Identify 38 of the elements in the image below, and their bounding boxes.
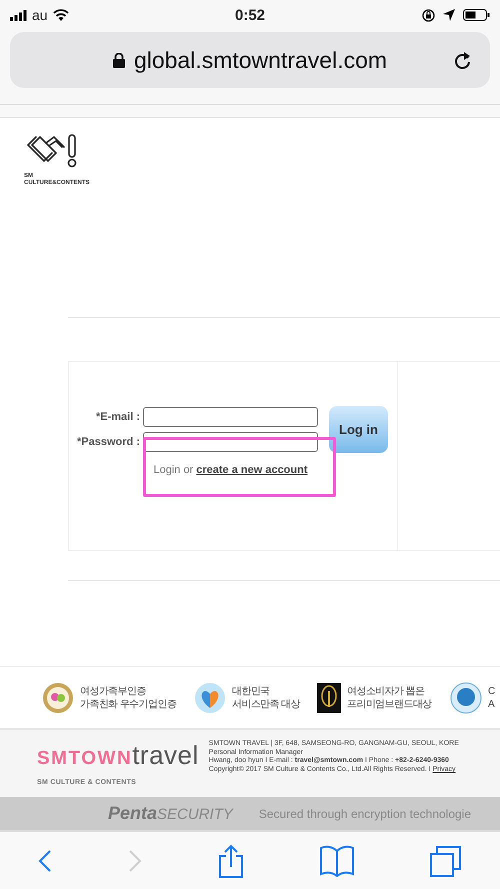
location-icon (443, 9, 455, 21)
url-text: global.smtowntravel.com (134, 46, 388, 74)
badge-text: 여성가족부인증 (80, 684, 147, 698)
lock-icon (112, 52, 125, 68)
badge-text: C (488, 684, 495, 698)
input-field[interactable] (143, 407, 318, 427)
signal-icon (10, 10, 27, 20)
rotation-lock-icon (422, 8, 435, 22)
badge-text: 프리미엄브랜드대상 (347, 698, 432, 710)
brand-logo-text: SMTOWN (37, 748, 132, 770)
wifi-icon (52, 9, 69, 21)
status-time: 0:52 (234, 6, 266, 24)
emblem-icon (317, 682, 341, 712)
logo-drawing (26, 134, 76, 168)
share-button[interactable] (218, 844, 244, 878)
badge-text: A (488, 698, 495, 710)
tabs-button[interactable] (430, 844, 462, 876)
prompt-text: Login or (153, 464, 194, 476)
badge-text: 대한민국 (232, 684, 271, 698)
security-logo-text: Penta (108, 803, 158, 823)
book-button[interactable] (320, 844, 354, 876)
back-button[interactable] (38, 848, 52, 872)
brand-logo-text: travel (132, 740, 199, 771)
login-button[interactable]: Log in (329, 406, 388, 453)
reload-icon[interactable] (454, 51, 472, 70)
create-account-link[interactable]: create a new account (196, 464, 308, 476)
security-logo-text: SECURITY (157, 806, 233, 823)
security-message: Secured through encryption technologie (258, 806, 472, 820)
address-bar[interactable]: global.smtowntravel.com (10, 32, 490, 88)
badge-text: 여성소비자가 뽑은 (347, 684, 426, 698)
badge-text: 서비스만족 대상 (232, 698, 300, 710)
badge-text: 가족친화 우수기업인증 (80, 698, 176, 710)
field-label: *E-mail : (94, 411, 140, 423)
seal-icon (42, 682, 74, 714)
field-label: *Password : (76, 436, 140, 448)
carrier-name: au (32, 7, 48, 23)
seal-icon (450, 682, 482, 714)
battery-icon (463, 9, 490, 21)
